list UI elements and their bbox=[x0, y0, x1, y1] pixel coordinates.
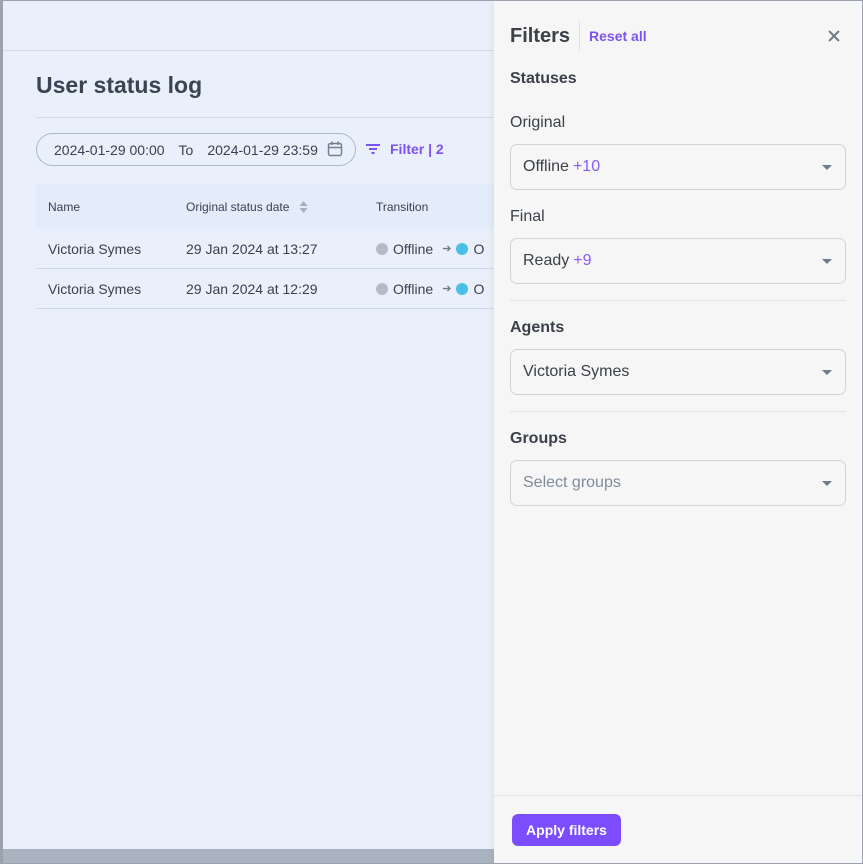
online-status-dot-icon bbox=[456, 282, 469, 295]
offline-status-dot-icon bbox=[376, 242, 388, 255]
chevron-down-icon bbox=[822, 165, 832, 170]
table-row[interactable]: Victoria Symes 29 Jan 2024 at 12:29 Offl… bbox=[36, 269, 494, 309]
date-from: 2024-01-29 00:00 bbox=[54, 141, 165, 158]
title-divider bbox=[36, 117, 494, 118]
footer-divider bbox=[494, 795, 862, 796]
filter-icon bbox=[366, 144, 380, 154]
from-status: Offline bbox=[393, 240, 434, 257]
final-status-label: Final bbox=[510, 208, 545, 225]
cell-transition: Offline ➔ O bbox=[376, 281, 494, 297]
date-to-label: To bbox=[178, 141, 194, 158]
chevron-down-icon bbox=[822, 370, 832, 375]
to-status: O bbox=[473, 280, 485, 297]
status-log-table: Name Original status date Transition Vic… bbox=[36, 184, 494, 309]
agents-section-title: Agents bbox=[510, 319, 565, 336]
original-status-extra-count: +10 bbox=[572, 158, 601, 175]
groups-section-title: Groups bbox=[510, 430, 567, 447]
arrow-right-icon: ➔ bbox=[442, 243, 452, 255]
final-status-value: Ready bbox=[523, 252, 570, 269]
horizontal-scrollbar[interactable] bbox=[3, 849, 494, 863]
original-status-select[interactable]: Offline +10 bbox=[510, 144, 846, 190]
reset-all-link[interactable]: Reset all bbox=[589, 28, 647, 44]
drawer-title: Filters bbox=[510, 21, 581, 51]
statuses-section-title: Statuses bbox=[510, 70, 577, 87]
top-bar bbox=[3, 1, 494, 51]
final-status-select[interactable]: Ready +9 bbox=[510, 238, 846, 284]
page-title: User status log bbox=[36, 72, 203, 98]
cell-date: 29 Jan 2024 at 13:27 bbox=[186, 240, 318, 257]
cell-date: 29 Jan 2024 at 12:29 bbox=[186, 280, 318, 297]
section-divider bbox=[510, 300, 846, 301]
online-status-dot-icon bbox=[456, 242, 469, 255]
agents-value: Victoria Symes bbox=[523, 363, 630, 380]
agents-select[interactable]: Victoria Symes bbox=[510, 349, 846, 395]
close-icon[interactable] bbox=[826, 28, 842, 44]
sort-icon[interactable] bbox=[299, 200, 308, 214]
table-row[interactable]: Victoria Symes 29 Jan 2024 at 13:27 Offl… bbox=[36, 229, 494, 269]
arrow-right-icon: ➔ bbox=[442, 283, 452, 295]
chevron-down-icon bbox=[822, 259, 832, 264]
filters-drawer: Filters Reset all Statuses Original Offl… bbox=[494, 1, 862, 863]
from-status: Offline bbox=[393, 280, 434, 297]
chevron-down-icon bbox=[822, 481, 832, 486]
original-status-label: Original bbox=[510, 114, 566, 131]
offline-status-dot-icon bbox=[376, 282, 388, 295]
cell-name: Victoria Symes bbox=[48, 240, 142, 257]
filter-button[interactable]: Filter | 2 bbox=[366, 141, 444, 157]
groups-placeholder: Select groups bbox=[523, 474, 621, 491]
calendar-icon[interactable] bbox=[327, 141, 343, 157]
groups-select[interactable]: Select groups bbox=[510, 460, 846, 506]
column-header-name: Name bbox=[48, 199, 81, 214]
original-status-value: Offline bbox=[523, 158, 569, 175]
main-content: User status log 2024-01-29 00:00 To 2024… bbox=[3, 1, 494, 849]
column-header-date-label: Original status date bbox=[186, 199, 290, 214]
date-range-picker[interactable]: 2024-01-29 00:00 To 2024-01-29 23:59 bbox=[36, 133, 356, 166]
cell-name: Victoria Symes bbox=[48, 280, 142, 297]
cell-transition: Offline ➔ O bbox=[376, 241, 494, 257]
column-header-date[interactable]: Original status date bbox=[186, 200, 376, 214]
final-status-extra-count: +9 bbox=[573, 252, 592, 269]
drawer-header: Filters Reset all bbox=[510, 19, 846, 53]
section-divider bbox=[510, 411, 846, 412]
table-header: Name Original status date Transition bbox=[36, 184, 494, 229]
to-status: O bbox=[473, 240, 485, 257]
column-header-transition: Transition bbox=[376, 199, 429, 214]
apply-filters-button[interactable]: Apply filters bbox=[512, 814, 621, 846]
filter-button-label: Filter | 2 bbox=[390, 141, 444, 157]
date-to: 2024-01-29 23:59 bbox=[207, 141, 318, 158]
